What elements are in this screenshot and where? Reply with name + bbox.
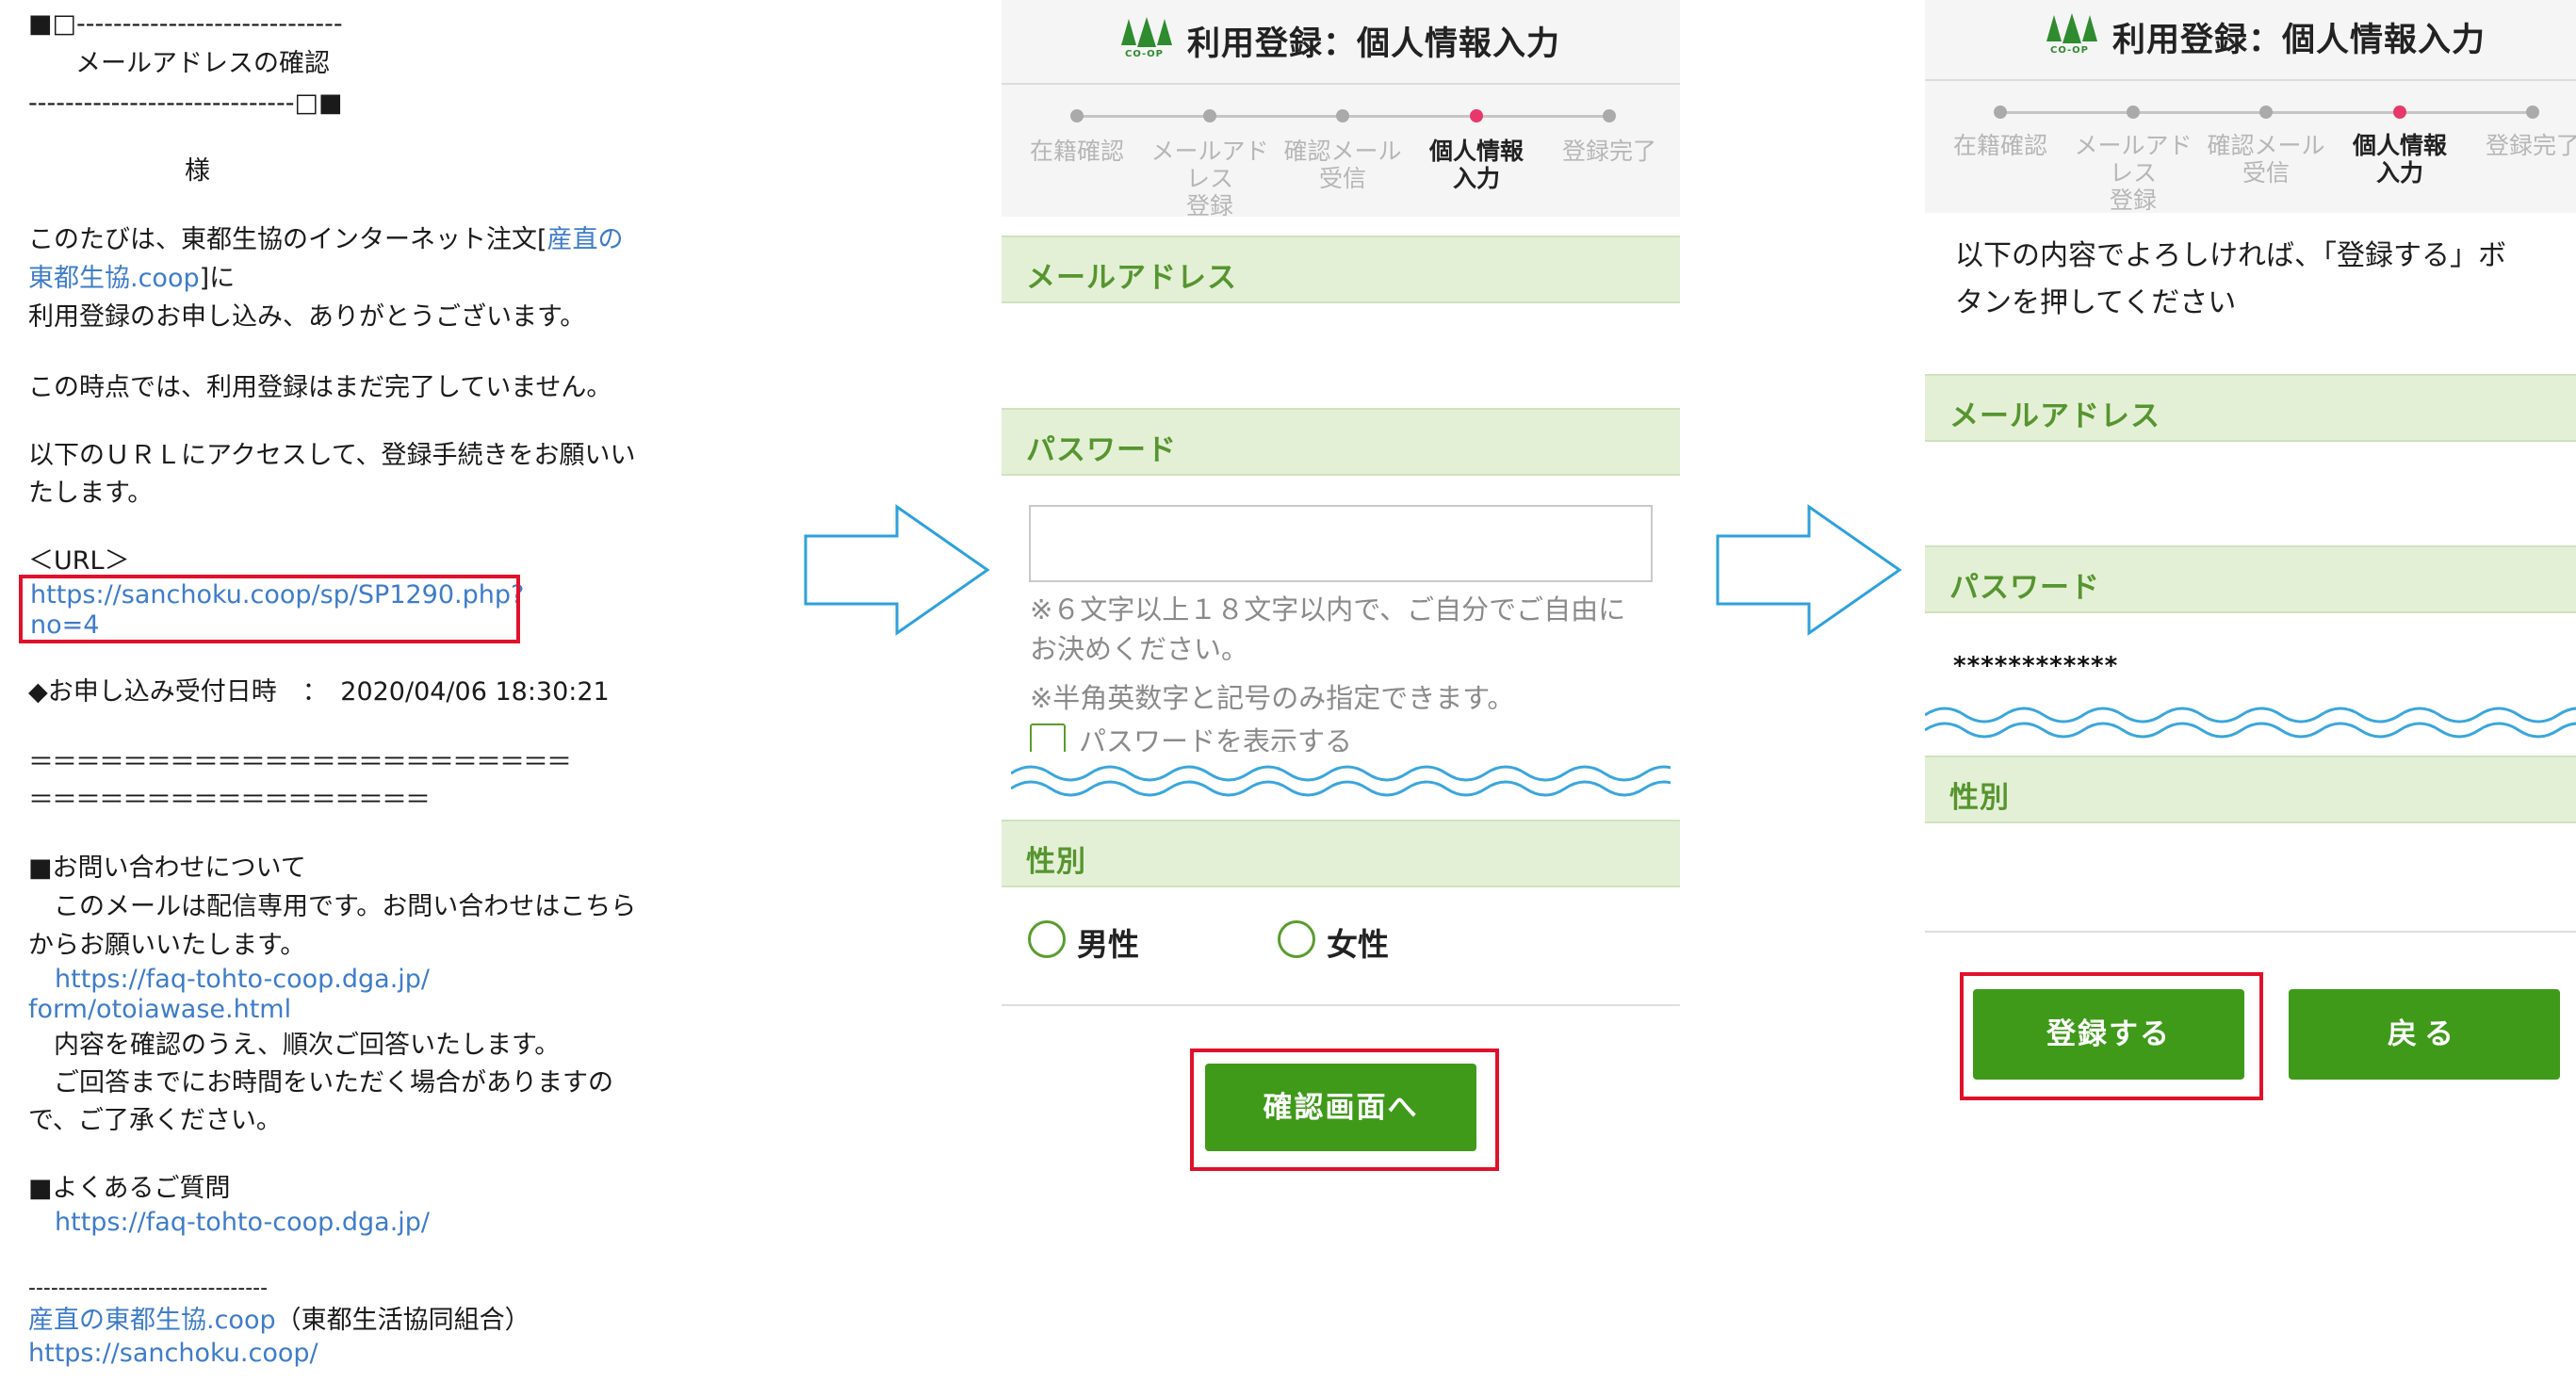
step-label-active: 個人情報 入力 (1428, 138, 1524, 192)
email-intro-line: 利用登録のお申し込み、ありがとうございます。 (28, 302, 586, 332)
email-inquiry-text: で、ご了承ください。 (28, 1106, 282, 1135)
step-dot-active (2393, 106, 2406, 119)
email-salutation: 様 (185, 156, 210, 186)
registration-input-panel: CO-OP 利用登録：個人情報入力 在籍確認 メールアドレス 登録 確認メール 受信… (1002, 0, 1680, 1398)
show-password-checkbox[interactable] (1030, 723, 1066, 756)
url-highlight-box (19, 575, 520, 643)
male-label[interactable]: 男性 (1077, 919, 1139, 965)
step-dot-active (1470, 109, 1483, 122)
email-separator: ＝＝＝＝＝＝＝＝＝＝＝＝＝＝＝＝＝ (28, 786, 431, 815)
email-subject: メールアドレスの確認 (75, 49, 330, 78)
email-inquiry-heading: ■お問い合わせについて (28, 853, 306, 883)
email-inquiry-text: 内容を確認のうえ、順次ご回答いたします。 (28, 1031, 561, 1060)
step-dot (2127, 106, 2140, 119)
email-inquiry-text: ご回答までにお時間をいただく場合がありますの (28, 1068, 613, 1097)
coop-logo: CO-OP (2046, 13, 2098, 62)
step-label: メールアドレス 登録 (2074, 132, 2193, 214)
footer-shop-link[interactable]: 産直の東都生協.coop (28, 1306, 276, 1335)
email-header-line: ■□----------------------------- (28, 9, 343, 39)
step-label: 在籍確認 (1029, 138, 1124, 165)
footer-url-link[interactable]: https://sanchoku.coop/ (28, 1335, 318, 1373)
button-highlight-box (1190, 1048, 1499, 1171)
step-dot (1994, 106, 2007, 119)
email-section-header: メールアドレス (1002, 236, 1680, 303)
button-highlight-box (1960, 972, 2263, 1100)
divider (1925, 931, 2576, 933)
confirm-message: タンを押してください (1955, 286, 2237, 319)
email-instruction: 以下のＵＲＬにアクセスして、登録手続きをお願いい (28, 441, 636, 470)
email-body: ■□----------------------------- メールアドレスの… (28, 0, 669, 1398)
progress-steps: 在籍確認 メールアドレス 登録 確認メール 受信 個人情報 入力 登録完了 (1925, 81, 2576, 214)
email-inquiry-text: このメールは配信専用です。お問い合わせはこちら (28, 892, 637, 921)
step-label: 登録完了 (1561, 138, 1656, 165)
faq-link[interactable]: https://faq-tohto-coop.dga.jp/ (55, 1204, 430, 1242)
step-dot (1203, 109, 1216, 122)
panel-header: CO-OP 利用登録：個人情報入力 (1002, 0, 1680, 85)
masked-password: ************ (1953, 652, 2119, 680)
wave-divider (1011, 765, 1671, 797)
email-header-line: -----------------------------□■ (28, 89, 343, 118)
page-title: 利用登録：個人情報入力 (1187, 25, 1561, 63)
email-received-time: ◆お申し込み受付日時 ： 2020/04/06 18:30:21 (28, 677, 610, 707)
step-dot (1603, 109, 1616, 122)
gender-section-header: 性別 (1002, 820, 1680, 887)
email-section-header: メールアドレス (1925, 374, 2576, 442)
registration-confirm-panel: CO-OP 利用登録：個人情報入力 在籍確認 メールアドレス 登録 確認メール 受信… (1925, 0, 2576, 1398)
gender-section-header: 性別 (1925, 756, 2576, 823)
page-title: 利用登録：個人情報入力 (2112, 22, 2486, 59)
password-note: お決めください。 (1030, 633, 1249, 665)
shop-link[interactable]: 東都生協.coop (28, 264, 200, 293)
male-radio[interactable] (1028, 920, 1066, 958)
email-instruction: たします。 (28, 479, 154, 508)
password-note: ※半角英数字と記号のみ指定できます。 (1030, 682, 1515, 714)
email-faq-heading: ■よくあるご質問 (28, 1174, 231, 1203)
step-dot (1070, 109, 1084, 122)
back-button[interactable]: 戻る (2289, 989, 2560, 1080)
step-dot (2259, 106, 2273, 119)
progress-steps: 在籍確認 メールアドレス 登録 確認メール 受信 個人情報 入力 登録完了 (1002, 85, 1680, 219)
password-section-header: パスワード (1925, 545, 2576, 613)
step-label-active: 個人情報 入力 (2352, 132, 2447, 187)
step-label: 確認メール 受信 (1283, 138, 1402, 192)
wave-divider (1925, 707, 2576, 739)
email-footer: 産直の東都生協.coop（東都生活協同組合） (28, 1306, 530, 1335)
female-radio[interactable] (1278, 920, 1315, 958)
email-not-complete: この時点では、利用登録はまだ完了していません。 (28, 373, 612, 402)
arrow-right-icon (804, 504, 990, 636)
arrow-right-icon (1716, 504, 1902, 636)
step-dot (1336, 109, 1349, 122)
divider (1002, 1004, 1680, 1006)
password-section-header: パスワード (1002, 408, 1680, 476)
coop-logo: CO-OP (1120, 17, 1173, 66)
email-separator: ＝＝＝＝＝＝＝＝＝＝＝＝＝＝＝＝＝＝＝＝＝＝＝ (28, 748, 572, 777)
shop-link[interactable]: 産直の (547, 225, 624, 254)
panel-header: CO-OP 利用登録：個人情報入力 (1925, 0, 2576, 81)
step-label: 登録完了 (2485, 132, 2576, 159)
email-intro: このたびは、東都生協のインターネット注文[産直の (28, 225, 624, 254)
confirm-message: 以下の内容でよろしければ、「登録する」ボ (1955, 239, 2506, 272)
step-label: 在籍確認 (1952, 132, 2047, 159)
step-dot (2526, 106, 2539, 119)
email-intro: 東都生協.coop]に (28, 264, 236, 293)
female-label[interactable]: 女性 (1327, 919, 1389, 965)
password-note: ※６文字以上１８文字以内で、ご自分でご自由に (1030, 593, 1626, 626)
email-inquiry-text: からお願いいたします。 (28, 931, 306, 960)
step-label: 確認メール 受信 (2207, 132, 2325, 187)
step-label: メールアドレス 登録 (1150, 138, 1269, 219)
inquiry-form-link[interactable]: form/otoiawase.html (28, 991, 291, 1029)
password-input[interactable] (1029, 505, 1653, 582)
